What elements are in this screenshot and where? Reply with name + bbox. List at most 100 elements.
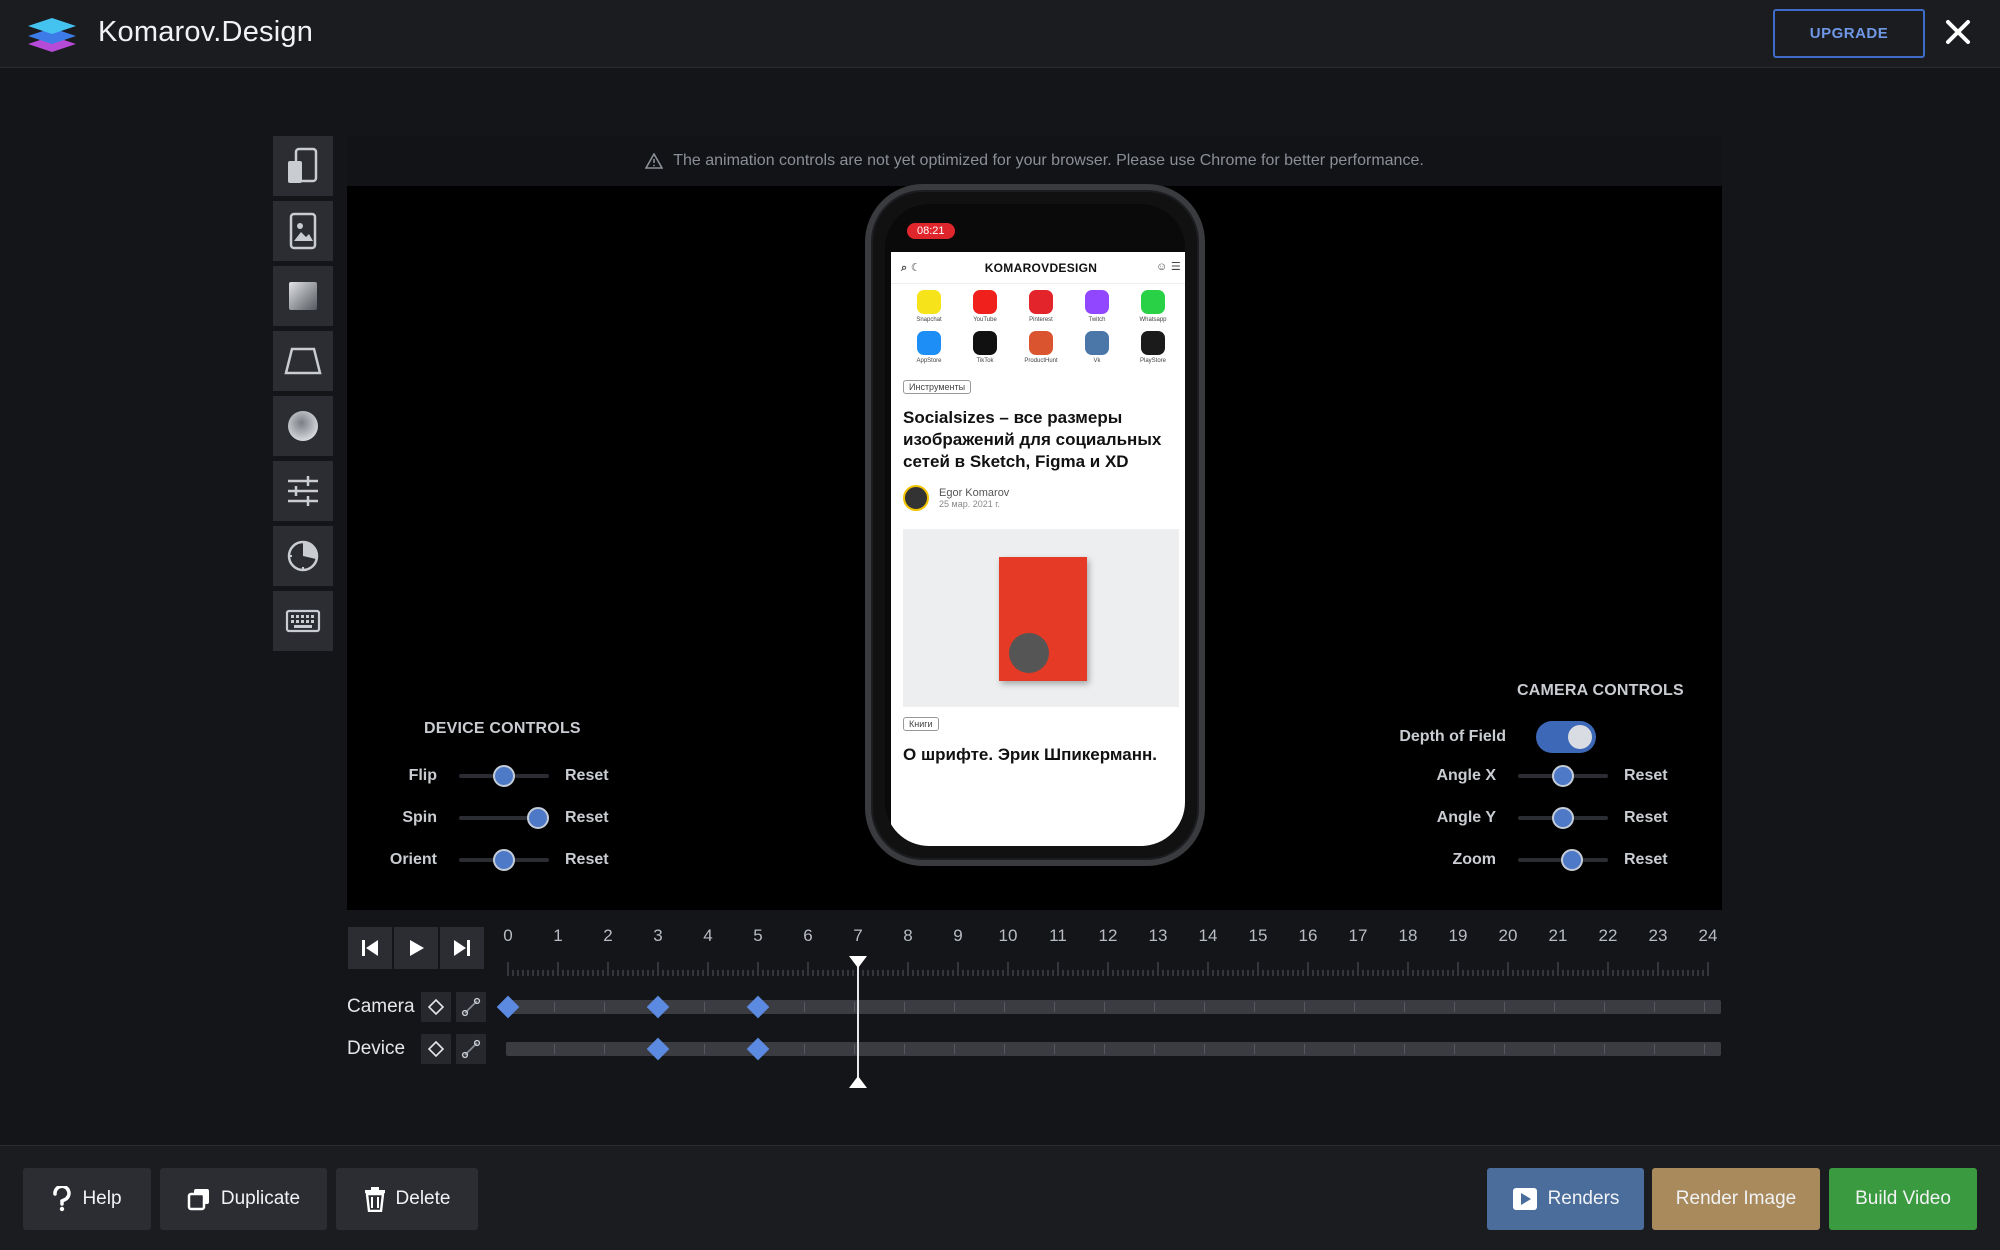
- app-label: PlayStore: [1139, 358, 1166, 364]
- tool-sidebar: [273, 136, 333, 656]
- timeline-tick-label: 22: [1598, 926, 1618, 945]
- timeline-tick-label: 18: [1398, 926, 1418, 945]
- adjustments-tool-button[interactable]: [273, 461, 333, 521]
- renders-button[interactable]: Renders: [1487, 1168, 1644, 1230]
- app-tile: Twitch: [1069, 290, 1125, 323]
- timeline-tick-label: 6: [803, 926, 813, 945]
- timeline-tick-label: 1: [553, 926, 563, 945]
- preview-stage[interactable]: The animation controls are not yet optim…: [347, 136, 1722, 910]
- app-label: Pinterest: [1029, 317, 1053, 323]
- render-image-button[interactable]: Render Image: [1652, 1168, 1820, 1230]
- timeline-tick-label: 4: [703, 926, 713, 945]
- slider-knob[interactable]: [493, 849, 515, 871]
- perspective-tool-button[interactable]: [273, 331, 333, 391]
- help-button[interactable]: Help: [23, 1168, 151, 1230]
- playhead[interactable]: [849, 956, 867, 1088]
- timeline-tick-label: 8: [903, 926, 913, 945]
- app-tile: Whatsapp: [1125, 290, 1181, 323]
- playhead-bottom-handle[interactable]: [849, 1076, 867, 1088]
- device-control-slider[interactable]: [459, 803, 550, 833]
- app-tile: AppStore: [901, 331, 957, 364]
- device-control-reset-button[interactable]: Reset: [565, 809, 609, 827]
- camera-control-reset-button[interactable]: Reset: [1624, 809, 1668, 827]
- app-label: ProductHunt: [1024, 358, 1058, 364]
- article-headline: Socialsizes – все размеры изображений дл…: [903, 408, 1162, 471]
- camera-control-label: Zoom: [1452, 851, 1496, 868]
- timeline-tick-label: 13: [1148, 926, 1168, 945]
- app-label: Whatsapp: [1139, 317, 1167, 323]
- layers-logo-icon[interactable]: [26, 14, 78, 54]
- device-control-row: Flip Reset: [347, 761, 609, 791]
- easing-curve-button[interactable]: [456, 992, 486, 1022]
- image-tool-button[interactable]: [273, 201, 333, 261]
- slider-knob[interactable]: [1552, 807, 1574, 829]
- timer-tool-button[interactable]: [273, 526, 333, 586]
- timeline-tick-label: 23: [1648, 926, 1668, 945]
- book-image: [903, 529, 1179, 707]
- book-cover: [999, 557, 1087, 681]
- timeline-tick-label: 20: [1498, 926, 1518, 945]
- camera-control-slider[interactable]: [1518, 761, 1608, 791]
- device-tool-button[interactable]: [273, 136, 333, 196]
- background-tool-button[interactable]: [273, 266, 333, 326]
- book-portrait: [1009, 633, 1049, 673]
- background-icon: [289, 282, 317, 310]
- camera-control-reset-button[interactable]: Reset: [1624, 767, 1668, 785]
- app-title: Komarov.Design: [98, 16, 314, 48]
- timeline-tick-label: 2: [603, 926, 613, 945]
- phone-screen: 08:21 ⌕ ☾ KOMAROVDESIGN ☺ ☰ Snapchat YouT…: [885, 204, 1185, 846]
- duplicate-label: Duplicate: [220, 1188, 301, 1209]
- author-avatar: [903, 485, 929, 511]
- site-name: KOMAROVDESIGN: [984, 260, 1098, 275]
- app-label: YouTube: [973, 317, 997, 323]
- upgrade-button[interactable]: UPGRADE: [1773, 9, 1925, 58]
- add-keyframe-button[interactable]: [421, 1034, 451, 1064]
- lighting-tool-button[interactable]: [273, 396, 333, 456]
- device-control-reset-button[interactable]: Reset: [565, 851, 609, 869]
- camera-control-slider[interactable]: [1518, 803, 1608, 833]
- skip-end-button[interactable]: [440, 927, 484, 969]
- site-header: ⌕ ☾ KOMAROVDESIGN ☺ ☰: [891, 252, 1185, 284]
- playhead-top-handle[interactable]: [849, 956, 867, 968]
- app-icon: [917, 331, 941, 355]
- timeline-tick-label: 14: [1198, 926, 1218, 945]
- track-lane[interactable]: [506, 1042, 1721, 1056]
- slider-knob[interactable]: [1561, 849, 1583, 871]
- track-lane[interactable]: [506, 1000, 1721, 1014]
- build-video-button[interactable]: Build Video: [1829, 1168, 1977, 1230]
- app-label: Vk: [1093, 358, 1101, 364]
- app-tile: ProductHunt: [1013, 331, 1069, 364]
- duplicate-button[interactable]: Duplicate: [160, 1168, 327, 1230]
- slider-knob[interactable]: [527, 807, 550, 829]
- app-label: Twitch: [1088, 317, 1106, 323]
- depth-of-field-toggle[interactable]: [1536, 721, 1596, 753]
- close-icon[interactable]: [1940, 14, 1976, 50]
- camera-control-row: Angle X Reset: [1406, 761, 1668, 791]
- bottom-bar: Help Duplicate Delete Renders Render Ima…: [0, 1145, 2000, 1250]
- phone-webpage: ⌕ ☾ KOMAROVDESIGN ☺ ☰ Snapchat YouTube Pin…: [891, 252, 1185, 846]
- warning-text: The animation controls are not yet optim…: [673, 152, 1424, 169]
- timeline-tick-label: 5: [753, 926, 763, 945]
- slider-knob[interactable]: [1552, 765, 1574, 787]
- curve-icon: [461, 997, 481, 1017]
- app-label: Snapchat: [916, 317, 942, 323]
- device-control-slider[interactable]: [459, 845, 549, 875]
- device-control-reset-button[interactable]: Reset: [565, 767, 609, 785]
- app-tile: PlayStore: [1125, 331, 1181, 364]
- slider-knob[interactable]: [493, 765, 515, 787]
- phone-mockup[interactable]: 08:21 ⌕ ☾ KOMAROVDESIGN ☺ ☰ Snapchat YouT…: [865, 184, 1205, 866]
- keyboard-tool-button[interactable]: [273, 591, 333, 651]
- delete-button[interactable]: Delete: [336, 1168, 478, 1230]
- add-keyframe-button[interactable]: [421, 992, 451, 1022]
- camera-control-slider[interactable]: [1518, 845, 1608, 875]
- device-control-slider[interactable]: [459, 761, 549, 791]
- skip-start-button[interactable]: [348, 927, 392, 969]
- easing-curve-button[interactable]: [456, 1034, 486, 1064]
- duplicate-icon: [187, 1189, 209, 1211]
- play-button[interactable]: [394, 927, 438, 969]
- timeline-tick-label: 21: [1548, 926, 1568, 945]
- play-icon: [410, 940, 424, 956]
- camera-control-row: Angle Y Reset: [1406, 803, 1668, 833]
- camera-control-reset-button[interactable]: Reset: [1624, 851, 1668, 869]
- article-headline-2: О шрифте. Эрик Шпикерманн.: [903, 745, 1157, 764]
